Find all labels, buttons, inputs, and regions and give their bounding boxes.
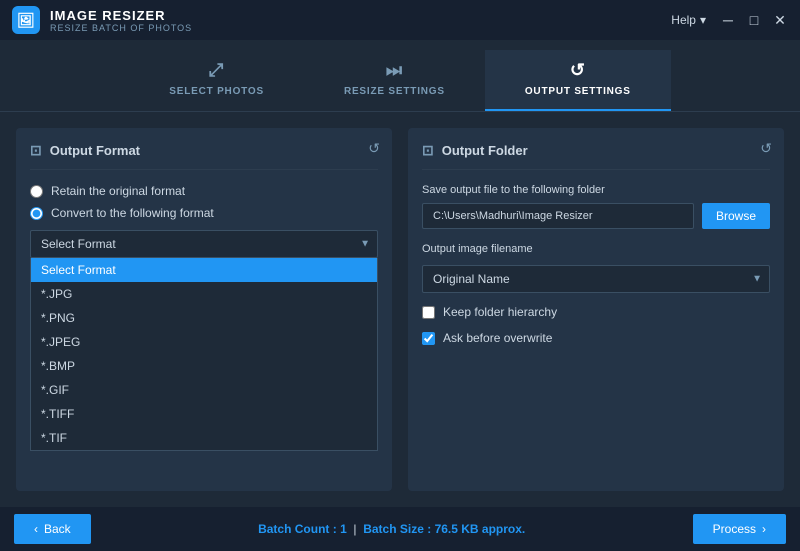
resize-settings-label: RESIZE SETTINGS [344,86,445,97]
back-button[interactable]: ‹ Back [14,514,91,544]
resize-settings-icon: ⏭ [386,60,403,81]
format-option-gif[interactable]: *.GIF [31,378,377,402]
maximize-button[interactable]: □ [746,12,762,29]
retain-format-option[interactable]: Retain the original format [30,184,378,198]
keep-hierarchy-checkbox[interactable] [422,306,435,319]
output-format-panel-icon: ⊡ [30,142,42,159]
title-bar-left: 🖼 IMAGE RESIZER RESIZE BATCH OF PHOTOS [12,6,192,34]
output-folder-header: ⊡ Output Folder [422,142,770,170]
tab-resize-settings[interactable]: ⏭ RESIZE SETTINGS [304,50,485,111]
keep-hierarchy-label: Keep folder hierarchy [443,305,557,319]
output-settings-label: OUTPUT SETTINGS [525,86,631,97]
batch-size-label: Batch Size : [363,522,431,536]
format-option-tiff[interactable]: *.TIFF [31,402,377,426]
title-bar: 🖼 IMAGE RESIZER RESIZE BATCH OF PHOTOS H… [0,0,800,40]
format-option-png[interactable]: *.PNG [31,306,377,330]
process-label: Process [713,522,756,536]
output-folder-title: Output Folder [442,143,528,158]
filename-dropdown[interactable]: Original Name [422,265,770,293]
minimize-button[interactable]: ─ [720,12,736,29]
logo-icon: 🖼 [17,12,35,29]
window-controls: ─ □ ✕ [720,12,788,29]
format-dropdown-wrapper: Select Format *.JPG *.PNG *.JPEG *.BMP *… [30,230,378,258]
format-dropdown[interactable]: Select Format *.JPG *.PNG *.JPEG *.BMP *… [30,230,378,258]
batch-size-value: 76.5 KB approx. [435,522,526,536]
tab-output-settings[interactable]: ↺ OUTPUT SETTINGS [485,50,671,111]
convert-format-radio[interactable] [30,207,43,220]
app-logo: 🖼 [12,6,40,34]
save-label: Save output file to the following folder [422,184,770,196]
format-option-tif[interactable]: *.TIF [31,426,377,450]
tab-select-photos[interactable]: ⤢ SELECT PHOTOS [129,50,304,111]
close-button[interactable]: ✕ [772,12,788,29]
ask-overwrite-label: Ask before overwrite [443,331,552,345]
ask-overwrite-checkbox[interactable] [422,332,435,345]
process-arrow-icon: › [762,522,766,536]
main-content: ⊡ Output Format ↺ Retain the original fo… [0,112,800,507]
process-button[interactable]: Process › [693,514,786,544]
output-folder-refresh-button[interactable]: ↺ [760,140,772,157]
format-option-bmp[interactable]: *.BMP [31,354,377,378]
output-format-title: Output Format [50,143,140,158]
output-format-refresh-button[interactable]: ↺ [368,140,380,157]
format-dropdown-list: Select Format *.JPG *.PNG *.JPEG *.BMP *… [30,258,378,451]
select-photos-label: SELECT PHOTOS [169,86,264,97]
folder-path-input[interactable] [422,203,694,229]
bottom-bar: ‹ Back Batch Count : 1 | Batch Size : 76… [0,507,800,551]
convert-format-label: Convert to the following format [51,206,214,220]
app-subtitle: RESIZE BATCH OF PHOTOS [50,23,192,33]
format-option-jpeg[interactable]: *.JPEG [31,330,377,354]
retain-format-label: Retain the original format [51,184,185,198]
nav-tabs: ⤢ SELECT PHOTOS ⏭ RESIZE SETTINGS ↺ OUTP… [0,40,800,112]
keep-hierarchy-option[interactable]: Keep folder hierarchy [422,305,770,319]
back-label: Back [44,522,71,536]
retain-format-radio[interactable] [30,185,43,198]
title-bar-right: Help ▾ ─ □ ✕ [671,12,788,29]
convert-format-option[interactable]: Convert to the following format [30,206,378,220]
output-folder-panel: ⊡ Output Folder ↺ Save output file to th… [408,128,784,491]
output-settings-icon: ↺ [570,60,586,81]
format-option-select[interactable]: Select Format [31,258,377,282]
filename-dropdown-wrapper: Original Name ▼ [422,265,770,293]
filename-label: Output image filename [422,243,770,255]
format-option-jpg[interactable]: *.JPG [31,282,377,306]
ask-overwrite-option[interactable]: Ask before overwrite [422,331,770,345]
batch-count-label: Batch Count : [258,522,337,536]
batch-info: Batch Count : 1 | Batch Size : 76.5 KB a… [258,522,525,536]
title-text: IMAGE RESIZER RESIZE BATCH OF PHOTOS [50,8,192,33]
browse-button[interactable]: Browse [702,203,770,229]
folder-row: Browse [422,203,770,229]
select-photos-icon: ⤢ [209,60,224,81]
help-button[interactable]: Help ▾ [671,13,706,27]
output-format-panel: ⊡ Output Format ↺ Retain the original fo… [16,128,392,491]
batch-count-value: 1 [340,522,347,536]
app-name: IMAGE RESIZER [50,8,192,23]
output-folder-panel-icon: ⊡ [422,142,434,159]
back-arrow-icon: ‹ [34,522,38,536]
output-format-header: ⊡ Output Format [30,142,378,170]
